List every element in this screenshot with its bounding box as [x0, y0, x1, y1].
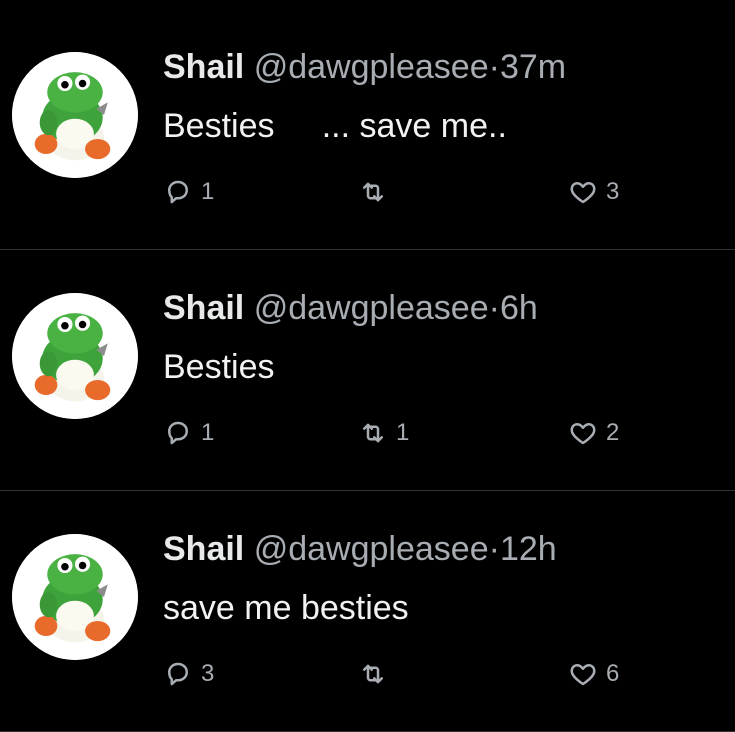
reply-button[interactable]: 1	[163, 170, 214, 214]
like-button[interactable]: 6	[568, 652, 619, 696]
avatar[interactable]	[12, 52, 138, 178]
like-count: 3	[606, 178, 620, 205]
avatar[interactable]	[12, 293, 138, 419]
tweet-1[interactable]: Shail @dawgpleasee·37m Besties ... save …	[0, 10, 735, 250]
tweet-header: Shail @dawgpleasee·12h	[163, 527, 557, 571]
tweet-actions: 1 1 2	[163, 411, 653, 455]
display-name[interactable]: Shail	[163, 48, 244, 86]
yoshi-avatar-image	[12, 52, 138, 178]
retweet-button[interactable]	[358, 652, 396, 696]
retweet-count: 1	[396, 419, 410, 446]
retweet-icon	[358, 418, 388, 448]
retweet-button[interactable]: 1	[358, 411, 409, 455]
tweet-text: Besties ... save me..	[163, 107, 507, 145]
reply-icon	[163, 659, 193, 689]
username-handle[interactable]: @dawgpleasee	[254, 48, 489, 86]
reply-icon	[163, 177, 193, 207]
tweet-2[interactable]: Shail @dawgpleasee·6h Besties 1 1 2	[0, 251, 735, 491]
like-button[interactable]: 3	[568, 170, 619, 214]
tweet-text: save me besties	[163, 589, 409, 627]
reply-count: 3	[201, 660, 215, 687]
retweet-button[interactable]	[358, 170, 396, 214]
heart-icon	[568, 177, 598, 207]
tweet-actions: 1 3	[163, 170, 653, 214]
like-count: 6	[606, 660, 620, 687]
separator-dot: ·	[488, 289, 500, 327]
tweet-header: Shail @dawgpleasee·37m	[163, 45, 566, 89]
tweet-actions: 3 6	[163, 652, 653, 696]
yoshi-avatar-image	[12, 534, 138, 660]
retweet-icon	[358, 659, 388, 689]
separator-dot: ·	[488, 530, 500, 568]
username-handle[interactable]: @dawgpleasee	[254, 530, 489, 568]
separator-dot: ·	[488, 48, 500, 86]
display-name[interactable]: Shail	[163, 530, 244, 568]
timestamp[interactable]: 37m	[500, 48, 566, 86]
reply-button[interactable]: 3	[163, 652, 214, 696]
like-button[interactable]: 2	[568, 411, 619, 455]
heart-icon	[568, 659, 598, 689]
retweet-icon	[358, 177, 388, 207]
tweet-3[interactable]: Shail @dawgpleasee·12h save me besties 3…	[0, 492, 735, 732]
timestamp[interactable]: 6h	[500, 289, 538, 327]
tweet-header: Shail @dawgpleasee·6h	[163, 286, 538, 330]
heart-icon	[568, 418, 598, 448]
reply-count: 1	[201, 419, 215, 446]
display-name[interactable]: Shail	[163, 289, 244, 327]
username-handle[interactable]: @dawgpleasee	[254, 289, 489, 327]
yoshi-avatar-image	[12, 293, 138, 419]
timestamp[interactable]: 12h	[500, 530, 557, 568]
reply-button[interactable]: 1	[163, 411, 214, 455]
tweet-text: Besties	[163, 348, 275, 386]
like-count: 2	[606, 419, 620, 446]
reply-count: 1	[201, 178, 215, 205]
avatar[interactable]	[12, 534, 138, 660]
reply-icon	[163, 418, 193, 448]
